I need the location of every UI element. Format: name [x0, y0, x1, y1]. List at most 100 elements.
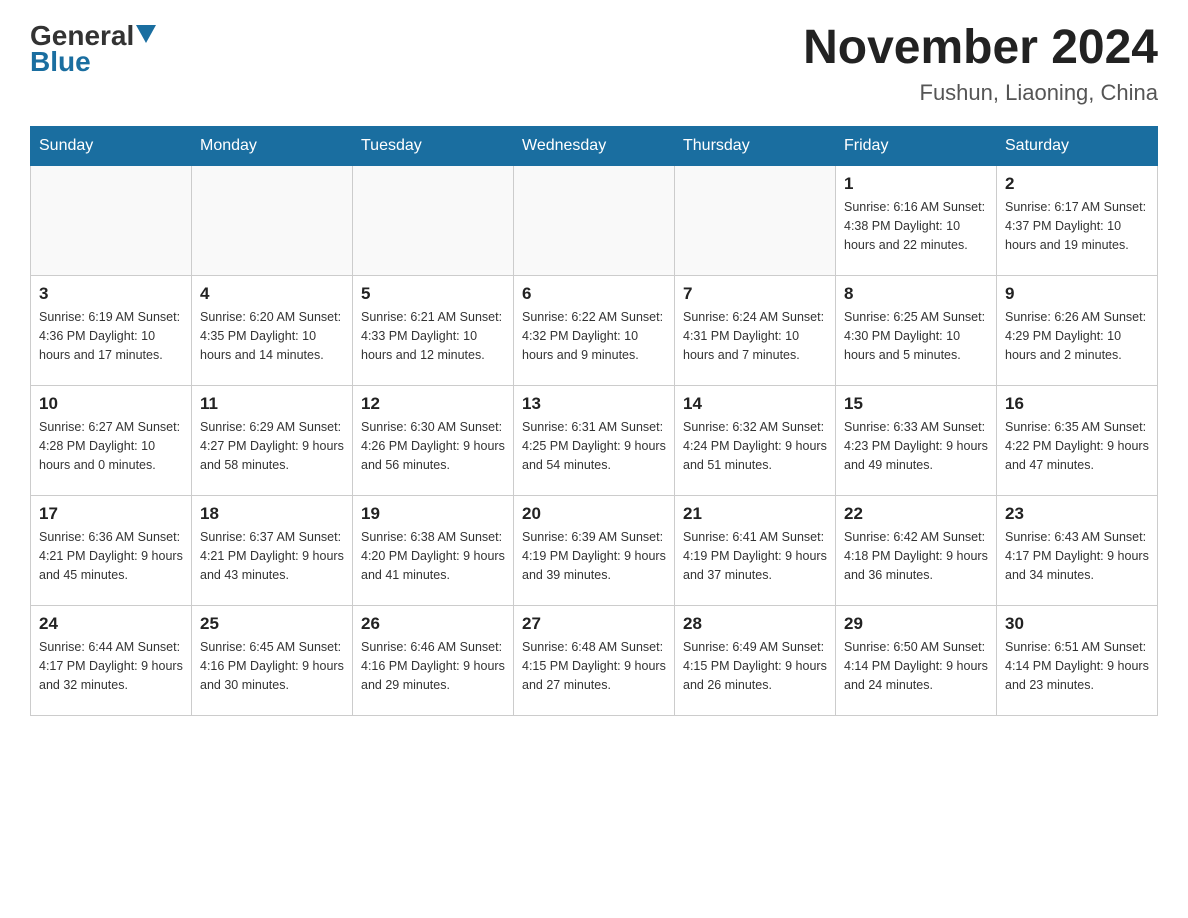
calendar-day-cell: 17Sunrise: 6:36 AM Sunset: 4:21 PM Dayli…: [31, 496, 192, 606]
day-info: Sunrise: 6:33 AM Sunset: 4:23 PM Dayligh…: [844, 418, 988, 474]
day-info: Sunrise: 6:27 AM Sunset: 4:28 PM Dayligh…: [39, 418, 183, 474]
calendar-day-cell: 10 Sunrise: 6:27 AM Sunset: 4:28 PM Dayli…: [31, 386, 192, 496]
day-number: 18: [200, 504, 344, 524]
calendar-day-cell: [31, 166, 192, 276]
calendar-day-cell: [353, 166, 514, 276]
logo-arrow-icon: [136, 25, 156, 45]
calendar-table: SundayMondayTuesdayWednesdayThursdayFrid…: [30, 126, 1158, 716]
logo: General Blue: [30, 20, 156, 78]
calendar-day-cell: 3 Sunrise: 6:19 AM Sunset: 4:36 PM Daylig…: [31, 276, 192, 386]
calendar-day-cell: 29Sunrise: 6:50 AM Sunset: 4:14 PM Dayli…: [836, 606, 997, 716]
day-number: 3: [39, 284, 183, 304]
header: General Blue November 2024 Fushun, Liaon…: [30, 20, 1158, 106]
day-info: Sunrise: 6:37 AM Sunset: 4:21 PM Dayligh…: [200, 528, 344, 584]
day-info: Sunrise: 6:26 AM Sunset: 4:29 PM Dayligh…: [1005, 308, 1149, 364]
calendar-day-cell: 2 Sunrise: 6:17 AM Sunset: 4:37 PM Daylig…: [997, 166, 1158, 276]
month-year-title: November 2024: [803, 20, 1158, 75]
day-info: Sunrise: 6:42 AM Sunset: 4:18 PM Dayligh…: [844, 528, 988, 584]
day-info: Sunrise: 6:35 AM Sunset: 4:22 PM Dayligh…: [1005, 418, 1149, 474]
calendar-week-row: 24 Sunrise: 6:44 AM Sunset: 4:17 PM Dayli…: [31, 606, 1158, 716]
calendar-day-cell: 16 Sunrise: 6:35 AM Sunset: 4:22 PM Dayli…: [997, 386, 1158, 496]
day-number: 12: [361, 394, 505, 414]
day-info: Sunrise: 6:17 AM Sunset: 4:37 PM Dayligh…: [1005, 198, 1149, 254]
location-subtitle: Fushun, Liaoning, China: [803, 80, 1158, 106]
day-number: 14: [683, 394, 827, 414]
calendar-day-cell: 11 Sunrise: 6:29 AM Sunset: 4:27 PM Dayli…: [192, 386, 353, 496]
calendar-week-row: 3 Sunrise: 6:19 AM Sunset: 4:36 PM Daylig…: [31, 276, 1158, 386]
day-info: Sunrise: 6:46 AM Sunset: 4:16 PM Dayligh…: [361, 638, 505, 694]
calendar-body: 1 Sunrise: 6:16 AM Sunset: 4:38 PM Daylig…: [31, 166, 1158, 716]
day-info: Sunrise: 6:16 AM Sunset: 4:38 PM Dayligh…: [844, 198, 988, 254]
day-number: 27: [522, 614, 666, 634]
day-number: 15: [844, 394, 988, 414]
day-number: 1: [844, 174, 988, 194]
day-number: 23: [1005, 504, 1149, 524]
day-number: 5: [361, 284, 505, 304]
day-info: Sunrise: 6:48 AM Sunset: 4:15 PM Dayligh…: [522, 638, 666, 694]
day-info: Sunrise: 6:38 AM Sunset: 4:20 PM Dayligh…: [361, 528, 505, 584]
calendar-day-cell: 18 Sunrise: 6:37 AM Sunset: 4:21 PM Dayli…: [192, 496, 353, 606]
day-number: 30: [1005, 614, 1149, 634]
day-info: Sunrise: 6:39 AM Sunset: 4:19 PM Dayligh…: [522, 528, 666, 584]
title-section: November 2024 Fushun, Liaoning, China: [803, 20, 1158, 106]
calendar-day-cell: 6 Sunrise: 6:22 AM Sunset: 4:32 PM Daylig…: [514, 276, 675, 386]
day-info: Sunrise: 6:41 AM Sunset: 4:19 PM Dayligh…: [683, 528, 827, 584]
calendar-day-cell: 25 Sunrise: 6:45 AM Sunset: 4:16 PM Dayli…: [192, 606, 353, 716]
day-info: Sunrise: 6:51 AM Sunset: 4:14 PM Dayligh…: [1005, 638, 1149, 694]
day-number: 22: [844, 504, 988, 524]
calendar-week-row: 10 Sunrise: 6:27 AM Sunset: 4:28 PM Dayli…: [31, 386, 1158, 496]
calendar-day-cell: [675, 166, 836, 276]
calendar-day-cell: 27 Sunrise: 6:48 AM Sunset: 4:15 PM Dayli…: [514, 606, 675, 716]
day-number: 10: [39, 394, 183, 414]
day-number: 8: [844, 284, 988, 304]
calendar-day-cell: 12 Sunrise: 6:30 AM Sunset: 4:26 PM Dayli…: [353, 386, 514, 496]
day-number: 19: [361, 504, 505, 524]
calendar-day-cell: 9 Sunrise: 6:26 AM Sunset: 4:29 PM Daylig…: [997, 276, 1158, 386]
day-info: Sunrise: 6:44 AM Sunset: 4:17 PM Dayligh…: [39, 638, 183, 694]
day-number: 4: [200, 284, 344, 304]
day-number: 11: [200, 394, 344, 414]
calendar-day-cell: 20 Sunrise: 6:39 AM Sunset: 4:19 PM Dayli…: [514, 496, 675, 606]
day-number: 21: [683, 504, 827, 524]
calendar-day-cell: 4 Sunrise: 6:20 AM Sunset: 4:35 PM Daylig…: [192, 276, 353, 386]
day-number: 26: [361, 614, 505, 634]
day-of-week-header: Monday: [192, 127, 353, 166]
day-info: Sunrise: 6:45 AM Sunset: 4:16 PM Dayligh…: [200, 638, 344, 694]
day-info: Sunrise: 6:49 AM Sunset: 4:15 PM Dayligh…: [683, 638, 827, 694]
day-info: Sunrise: 6:36 AM Sunset: 4:21 PM Dayligh…: [39, 528, 183, 584]
calendar-day-cell: 7 Sunrise: 6:24 AM Sunset: 4:31 PM Daylig…: [675, 276, 836, 386]
calendar-day-cell: 22 Sunrise: 6:42 AM Sunset: 4:18 PM Dayli…: [836, 496, 997, 606]
calendar-day-cell: [192, 166, 353, 276]
day-info: Sunrise: 6:20 AM Sunset: 4:35 PM Dayligh…: [200, 308, 344, 364]
day-of-week-header: Tuesday: [353, 127, 514, 166]
day-info: Sunrise: 6:19 AM Sunset: 4:36 PM Dayligh…: [39, 308, 183, 364]
day-number: 9: [1005, 284, 1149, 304]
day-number: 13: [522, 394, 666, 414]
calendar-day-cell: 13 Sunrise: 6:31 AM Sunset: 4:25 PM Dayli…: [514, 386, 675, 496]
day-info: Sunrise: 6:24 AM Sunset: 4:31 PM Dayligh…: [683, 308, 827, 364]
calendar-day-cell: 23 Sunrise: 6:43 AM Sunset: 4:17 PM Dayli…: [997, 496, 1158, 606]
day-info: Sunrise: 6:43 AM Sunset: 4:17 PM Dayligh…: [1005, 528, 1149, 584]
calendar-day-cell: 5Sunrise: 6:21 AM Sunset: 4:33 PM Daylig…: [353, 276, 514, 386]
calendar-day-cell: 30 Sunrise: 6:51 AM Sunset: 4:14 PM Dayli…: [997, 606, 1158, 716]
day-of-week-header: Friday: [836, 127, 997, 166]
calendar-day-cell: 19 Sunrise: 6:38 AM Sunset: 4:20 PM Dayli…: [353, 496, 514, 606]
day-info: Sunrise: 6:30 AM Sunset: 4:26 PM Dayligh…: [361, 418, 505, 474]
day-info: Sunrise: 6:31 AM Sunset: 4:25 PM Dayligh…: [522, 418, 666, 474]
day-number: 20: [522, 504, 666, 524]
day-of-week-header: Sunday: [31, 127, 192, 166]
calendar-day-cell: [514, 166, 675, 276]
calendar-day-cell: 21 Sunrise: 6:41 AM Sunset: 4:19 PM Dayli…: [675, 496, 836, 606]
day-number: 24: [39, 614, 183, 634]
day-number: 25: [200, 614, 344, 634]
day-number: 6: [522, 284, 666, 304]
day-info: Sunrise: 6:22 AM Sunset: 4:32 PM Dayligh…: [522, 308, 666, 364]
calendar-day-cell: 14Sunrise: 6:32 AM Sunset: 4:24 PM Dayli…: [675, 386, 836, 496]
day-number: 28: [683, 614, 827, 634]
day-info: Sunrise: 6:29 AM Sunset: 4:27 PM Dayligh…: [200, 418, 344, 474]
calendar-week-row: 17Sunrise: 6:36 AM Sunset: 4:21 PM Dayli…: [31, 496, 1158, 606]
day-number: 7: [683, 284, 827, 304]
day-number: 2: [1005, 174, 1149, 194]
day-number: 16: [1005, 394, 1149, 414]
calendar-day-cell: 26 Sunrise: 6:46 AM Sunset: 4:16 PM Dayli…: [353, 606, 514, 716]
